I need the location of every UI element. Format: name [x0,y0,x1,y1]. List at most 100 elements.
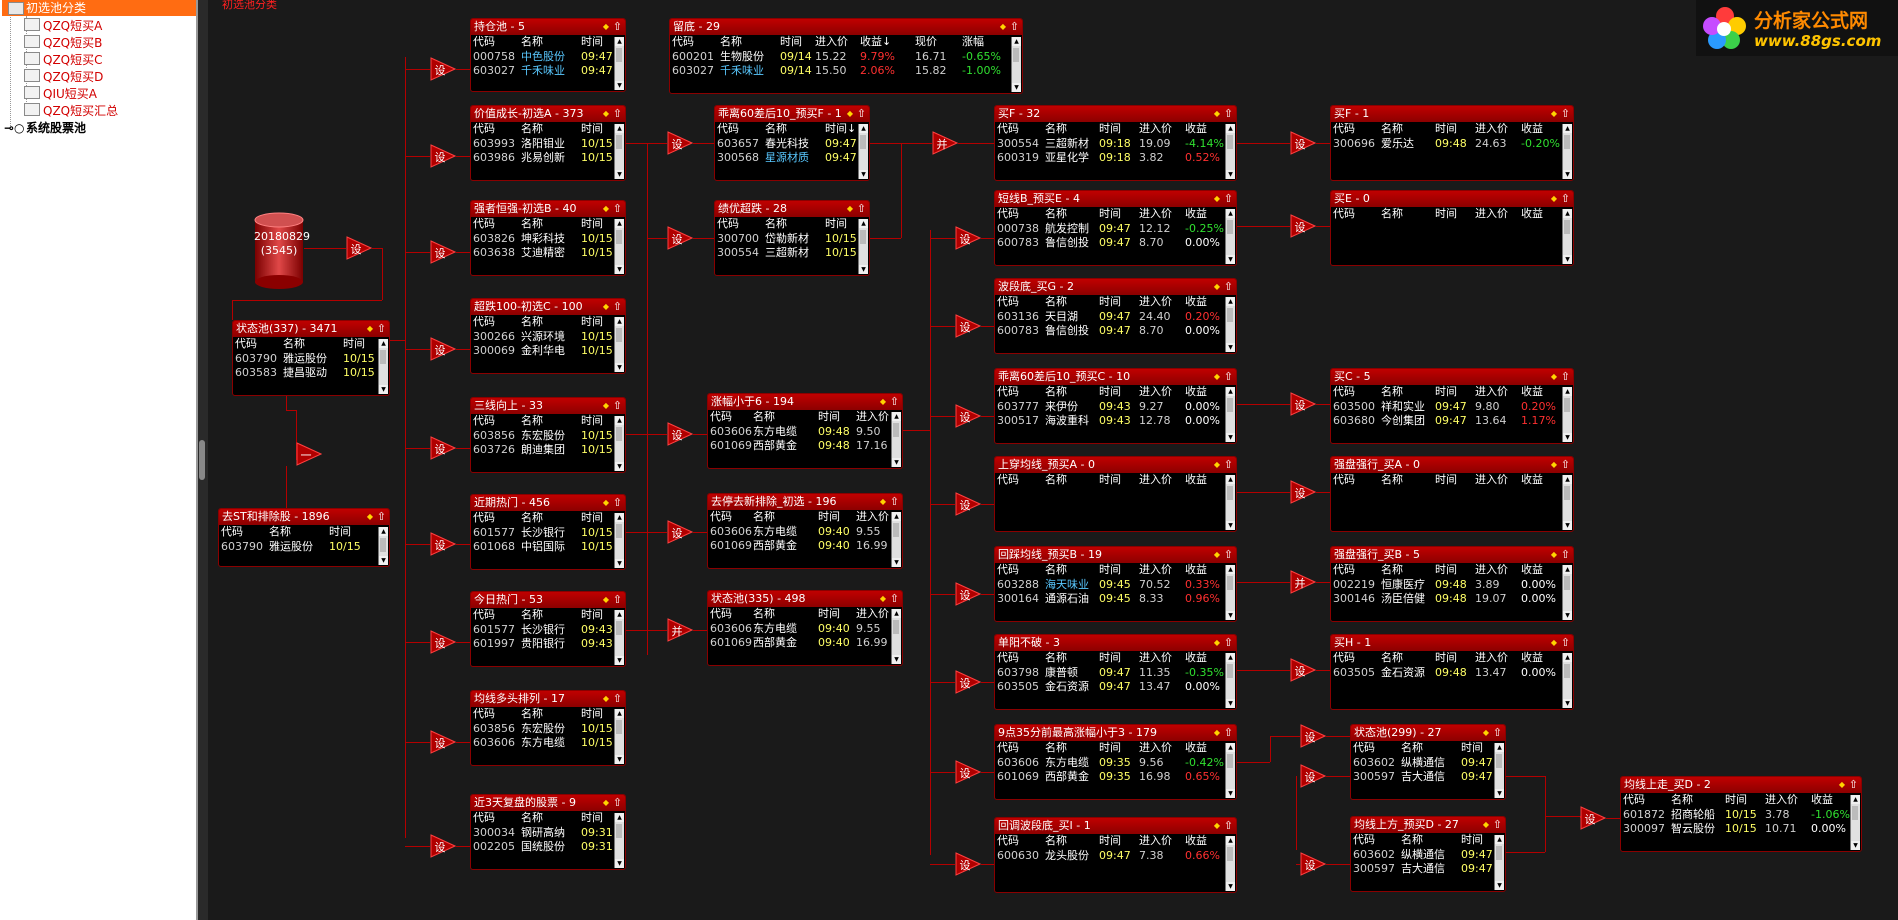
scroll-down-icon[interactable]: ▼ [1226,343,1235,352]
panel-scrollbar[interactable]: ▲ ▼ [1562,209,1572,264]
pool-panel[interactable]: 均线上方_预买D - 27 ◆ ⇧ 代码 名称 时间 603602 纵横通信 09:47 3005… [1350,816,1506,892]
collapse-arrow-icon[interactable]: ⇧ [1561,635,1570,651]
column-header[interactable]: 名称 [1045,473,1067,487]
scroll-up-icon[interactable]: ▲ [1226,653,1235,662]
column-header[interactable]: 收益↓ [860,35,891,49]
tree-item-system-pool[interactable]: ⊸○系统股票池 [4,120,86,136]
scroll-up-icon[interactable]: ▲ [1226,209,1235,218]
column-header[interactable]: 时间 [1725,793,1747,807]
scroll-down-icon[interactable]: ▼ [1226,255,1235,264]
collapse-arrow-icon[interactable]: ⇧ [1561,369,1570,385]
panel-scrollbar[interactable]: ▲ ▼ [614,513,624,568]
column-header[interactable]: 名称 [1381,385,1403,399]
column-header[interactable]: 名称 [521,315,543,329]
set-node-icon[interactable]: 设 [955,582,981,606]
column-header[interactable]: 时间 [1099,207,1121,221]
diamond-icon[interactable]: ◆ [1551,635,1557,651]
scroll-thumb[interactable] [1227,664,1233,678]
splitter-grip[interactable] [199,440,205,480]
set-node-icon[interactable]: 设 [430,532,456,556]
scroll-up-icon[interactable]: ▲ [892,609,901,618]
panel-header[interactable]: 状态池(337) - 3471 ◆ ⇧ [233,321,389,337]
tree-item-qzq-summary[interactable]: QZQ短买汇总 [24,103,118,119]
scroll-thumb[interactable] [1496,754,1502,768]
scroll-up-icon[interactable]: ▲ [1563,209,1572,218]
collapse-arrow-icon[interactable]: ⇧ [613,299,622,315]
scroll-thumb[interactable] [860,135,866,149]
panel-scrollbar[interactable]: ▲ ▼ [614,610,624,665]
scroll-thumb[interactable] [1227,576,1233,590]
panel-header[interactable]: 回调波段底_买I - 1 ◆ ⇧ [995,818,1236,834]
diamond-icon[interactable]: ◆ [1214,457,1220,473]
column-header[interactable]: 时间 [1099,385,1121,399]
panel-header[interactable]: 去停去新排除_初选 - 196 ◆ ⇧ [708,494,902,510]
diamond-icon[interactable]: ◆ [1551,106,1557,122]
panel-scrollbar[interactable]: ▲ ▼ [614,813,624,868]
panel-header[interactable]: 状态池(335) - 498 ◆ ⇧ [708,591,902,607]
table-row[interactable]: 600319 亚星化学 09:18 3.82 0.52% [995,151,1236,165]
column-header[interactable]: 代码 [1333,651,1355,665]
collapse-arrow-icon[interactable]: ⇧ [1224,106,1233,122]
table-row[interactable]: 601069 西部黄金 09:48 17.16 [708,439,902,453]
table-row[interactable]: 000758 中色股份 09:47 [471,50,625,64]
table-row[interactable]: 603638 艾迪精密 10/15 [471,246,625,260]
panel-scrollbar[interactable]: ▲ ▼ [1562,565,1572,620]
column-header[interactable]: 进入价 [1475,563,1508,577]
scroll-down-icon[interactable]: ▼ [615,81,624,90]
panel-scrollbar[interactable]: ▲ ▼ [614,124,624,179]
column-header[interactable]: 进入价 [1139,385,1172,399]
set-node-icon[interactable]: 设 [955,760,981,784]
scroll-up-icon[interactable]: ▲ [615,416,624,425]
panel-scrollbar[interactable]: ▲ ▼ [858,219,868,274]
scroll-thumb[interactable] [1564,486,1570,500]
column-header[interactable]: 时间↓ [825,122,856,136]
set-node-icon[interactable]: 设 [1290,214,1316,238]
table-row[interactable]: 603288 海天味业 09:45 70.52 0.33% [995,578,1236,592]
column-header[interactable]: 进入价 [1475,651,1508,665]
diamond-icon[interactable]: ◆ [603,19,609,35]
pool-panel[interactable]: 短线B_预买E - 4 ◆ ⇧ 代码 名称 时间 进入价 收益 000738 航发控制 09:47 1… [994,190,1237,266]
scroll-thumb[interactable] [893,620,899,634]
scroll-up-icon[interactable]: ▲ [1495,835,1504,844]
collapse-arrow-icon[interactable]: ⇧ [890,394,899,410]
column-header[interactable]: 名称 [283,337,305,351]
panel-header[interactable]: 近3天复盘的股票 - 9 ◆ ⇧ [471,795,625,811]
table-row[interactable]: 300597 吉大通信 09:47 [1351,862,1505,876]
diamond-icon[interactable]: ◆ [847,201,853,217]
scroll-down-icon[interactable]: ▼ [1495,881,1504,890]
panel-header[interactable]: 均线上走_买D - 2 ◆ ⇧ [1621,777,1861,793]
scroll-up-icon[interactable]: ▲ [615,813,624,822]
pool-panel[interactable]: 去ST和排除股 - 1896 ◆ ⇧ 代码 名称 时间 603790 雅运股份 10/15 ▲ ▼ [218,508,390,567]
panel-scrollbar[interactable]: ▲ ▼ [858,124,868,179]
tree-item-root[interactable]: 初选池分类 [2,0,198,16]
panel-header[interactable]: 强盘强行_买A - 0 ◆ ⇧ [1331,457,1573,473]
column-header[interactable]: 代码 [717,217,739,231]
column-header[interactable]: 名称 [1671,793,1693,807]
panel-header[interactable]: 回踩均线_预买B - 19 ◆ ⇧ [995,547,1236,563]
column-header[interactable]: 时间 [1461,741,1483,755]
column-header[interactable]: 名称 [269,525,291,539]
scroll-thumb[interactable] [380,350,386,364]
collapse-arrow-icon[interactable]: ⇧ [613,106,622,122]
pool-panel[interactable]: 强者恒强-初选B - 40 ◆ ⇧ 代码 名称 时间 603826 坤彩科技 10/15 6036… [470,200,626,276]
column-header[interactable]: 名称 [1381,473,1403,487]
scroll-down-icon[interactable]: ▼ [1226,789,1235,798]
panel-header[interactable]: 买E - 0 ◆ ⇧ [1331,191,1573,207]
column-header[interactable]: 时间 [1435,473,1457,487]
diamond-icon[interactable]: ◆ [1214,279,1220,295]
tree-item-qzq-b[interactable]: QZQ短买B [24,35,102,51]
column-header[interactable]: 名称 [521,811,543,825]
diamond-icon[interactable]: ◆ [1214,818,1220,834]
table-row[interactable]: 600783 鲁信创投 09:47 8.70 0.00% [995,324,1236,338]
pool-panel[interactable]: 均线多头排列 - 17 ◆ ⇧ 代码 名称 时间 603856 东宏股份 10/15 603606… [470,690,626,766]
scroll-thumb[interactable] [1564,398,1570,412]
column-header[interactable]: 时间 [1435,207,1457,221]
pool-panel[interactable]: 涨幅小于6 - 194 ◆ ⇧ 代码 名称 时间 进入价 603606 东方电缆 09:48 9.5… [707,393,903,469]
diamond-icon[interactable]: ◆ [367,321,373,337]
column-header[interactable]: 收益 [1185,651,1207,665]
diamond-icon[interactable]: ◆ [1551,547,1557,563]
scroll-thumb[interactable] [1227,398,1233,412]
collapse-arrow-icon[interactable]: ⇧ [1561,106,1570,122]
column-header[interactable]: 进入价 [1475,122,1508,136]
table-row[interactable]: 603583 捷昌驱动 10/15 [233,366,389,380]
